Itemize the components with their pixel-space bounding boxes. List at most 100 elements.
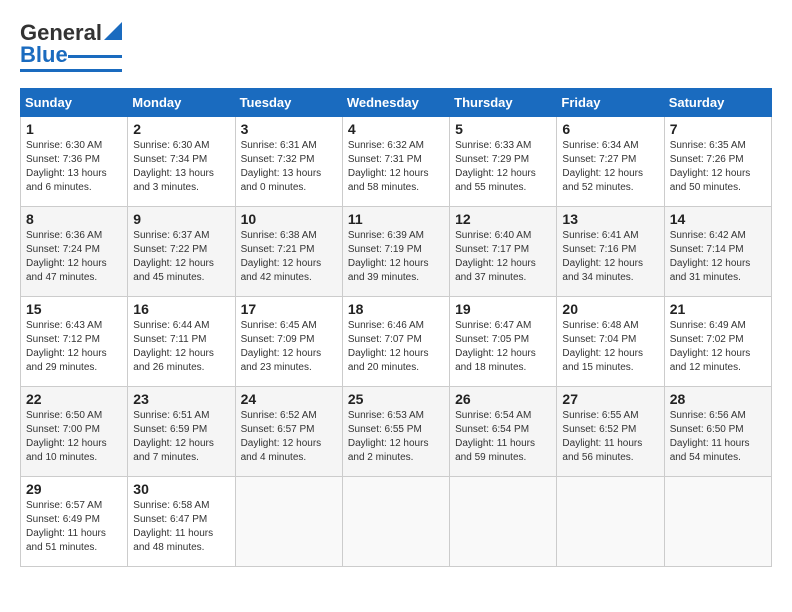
calendar-cell: 8 Sunrise: 6:36 AMSunset: 7:24 PMDayligh… <box>21 207 128 297</box>
day-detail: Sunrise: 6:56 AMSunset: 6:50 PMDaylight:… <box>670 410 750 463</box>
calendar-cell: 12 Sunrise: 6:40 AMSunset: 7:17 PMDaylig… <box>450 207 557 297</box>
day-number: 19 <box>455 301 551 317</box>
day-number: 7 <box>670 121 766 137</box>
calendar-cell: 3 Sunrise: 6:31 AMSunset: 7:32 PMDayligh… <box>235 117 342 207</box>
day-number: 10 <box>241 211 337 227</box>
day-detail: Sunrise: 6:55 AMSunset: 6:52 PMDaylight:… <box>562 410 642 463</box>
day-number: 2 <box>133 121 229 137</box>
day-detail: Sunrise: 6:42 AMSunset: 7:14 PMDaylight:… <box>670 230 751 283</box>
day-detail: Sunrise: 6:39 AMSunset: 7:19 PMDaylight:… <box>348 230 429 283</box>
calendar-cell: 29 Sunrise: 6:57 AMSunset: 6:49 PMDaylig… <box>21 477 128 567</box>
calendar-cell: 13 Sunrise: 6:41 AMSunset: 7:16 PMDaylig… <box>557 207 664 297</box>
day-number: 16 <box>133 301 229 317</box>
day-detail: Sunrise: 6:52 AMSunset: 6:57 PMDaylight:… <box>241 410 322 463</box>
calendar-cell: 5 Sunrise: 6:33 AMSunset: 7:29 PMDayligh… <box>450 117 557 207</box>
day-detail: Sunrise: 6:46 AMSunset: 7:07 PMDaylight:… <box>348 320 429 373</box>
day-detail: Sunrise: 6:34 AMSunset: 7:27 PMDaylight:… <box>562 140 643 193</box>
col-header-saturday: Saturday <box>664 89 771 117</box>
day-detail: Sunrise: 6:38 AMSunset: 7:21 PMDaylight:… <box>241 230 322 283</box>
page-header: General Blue <box>20 20 772 72</box>
calendar-cell: 15 Sunrise: 6:43 AMSunset: 7:12 PMDaylig… <box>21 297 128 387</box>
calendar-cell: 1 Sunrise: 6:30 AMSunset: 7:36 PMDayligh… <box>21 117 128 207</box>
logo: General Blue <box>20 20 122 72</box>
calendar-cell: 22 Sunrise: 6:50 AMSunset: 7:00 PMDaylig… <box>21 387 128 477</box>
day-number: 20 <box>562 301 658 317</box>
calendar-cell: 30 Sunrise: 6:58 AMSunset: 6:47 PMDaylig… <box>128 477 235 567</box>
day-number: 27 <box>562 391 658 407</box>
day-number: 9 <box>133 211 229 227</box>
day-number: 30 <box>133 481 229 497</box>
day-detail: Sunrise: 6:33 AMSunset: 7:29 PMDaylight:… <box>455 140 536 193</box>
calendar-cell: 2 Sunrise: 6:30 AMSunset: 7:34 PMDayligh… <box>128 117 235 207</box>
day-detail: Sunrise: 6:41 AMSunset: 7:16 PMDaylight:… <box>562 230 643 283</box>
day-detail: Sunrise: 6:58 AMSunset: 6:47 PMDaylight:… <box>133 500 213 553</box>
day-number: 21 <box>670 301 766 317</box>
day-number: 14 <box>670 211 766 227</box>
day-number: 1 <box>26 121 122 137</box>
calendar-table: SundayMondayTuesdayWednesdayThursdayFrid… <box>20 88 772 567</box>
day-number: 12 <box>455 211 551 227</box>
calendar-cell: 11 Sunrise: 6:39 AMSunset: 7:19 PMDaylig… <box>342 207 449 297</box>
day-detail: Sunrise: 6:40 AMSunset: 7:17 PMDaylight:… <box>455 230 536 283</box>
day-detail: Sunrise: 6:32 AMSunset: 7:31 PMDaylight:… <box>348 140 429 193</box>
day-number: 4 <box>348 121 444 137</box>
col-header-thursday: Thursday <box>450 89 557 117</box>
day-detail: Sunrise: 6:47 AMSunset: 7:05 PMDaylight:… <box>455 320 536 373</box>
day-number: 29 <box>26 481 122 497</box>
logo-blue: Blue <box>20 42 68 68</box>
day-detail: Sunrise: 6:51 AMSunset: 6:59 PMDaylight:… <box>133 410 214 463</box>
day-detail: Sunrise: 6:50 AMSunset: 7:00 PMDaylight:… <box>26 410 107 463</box>
day-detail: Sunrise: 6:57 AMSunset: 6:49 PMDaylight:… <box>26 500 106 553</box>
day-number: 26 <box>455 391 551 407</box>
calendar-cell <box>235 477 342 567</box>
logo-arrow-icon <box>104 22 122 40</box>
calendar-cell: 6 Sunrise: 6:34 AMSunset: 7:27 PMDayligh… <box>557 117 664 207</box>
calendar-cell: 9 Sunrise: 6:37 AMSunset: 7:22 PMDayligh… <box>128 207 235 297</box>
day-detail: Sunrise: 6:31 AMSunset: 7:32 PMDaylight:… <box>241 140 322 193</box>
calendar-cell: 16 Sunrise: 6:44 AMSunset: 7:11 PMDaylig… <box>128 297 235 387</box>
day-number: 28 <box>670 391 766 407</box>
day-number: 11 <box>348 211 444 227</box>
day-number: 13 <box>562 211 658 227</box>
calendar-cell: 27 Sunrise: 6:55 AMSunset: 6:52 PMDaylig… <box>557 387 664 477</box>
calendar-cell: 14 Sunrise: 6:42 AMSunset: 7:14 PMDaylig… <box>664 207 771 297</box>
day-number: 15 <box>26 301 122 317</box>
day-number: 25 <box>348 391 444 407</box>
day-detail: Sunrise: 6:44 AMSunset: 7:11 PMDaylight:… <box>133 320 214 373</box>
calendar-cell: 17 Sunrise: 6:45 AMSunset: 7:09 PMDaylig… <box>235 297 342 387</box>
day-detail: Sunrise: 6:30 AMSunset: 7:36 PMDaylight:… <box>26 140 107 193</box>
day-number: 17 <box>241 301 337 317</box>
calendar-cell: 4 Sunrise: 6:32 AMSunset: 7:31 PMDayligh… <box>342 117 449 207</box>
col-header-wednesday: Wednesday <box>342 89 449 117</box>
day-number: 6 <box>562 121 658 137</box>
calendar-cell: 10 Sunrise: 6:38 AMSunset: 7:21 PMDaylig… <box>235 207 342 297</box>
calendar-cell: 28 Sunrise: 6:56 AMSunset: 6:50 PMDaylig… <box>664 387 771 477</box>
day-number: 5 <box>455 121 551 137</box>
calendar-cell: 19 Sunrise: 6:47 AMSunset: 7:05 PMDaylig… <box>450 297 557 387</box>
day-detail: Sunrise: 6:30 AMSunset: 7:34 PMDaylight:… <box>133 140 214 193</box>
col-header-tuesday: Tuesday <box>235 89 342 117</box>
col-header-monday: Monday <box>128 89 235 117</box>
calendar-cell: 7 Sunrise: 6:35 AMSunset: 7:26 PMDayligh… <box>664 117 771 207</box>
day-number: 18 <box>348 301 444 317</box>
calendar-cell: 24 Sunrise: 6:52 AMSunset: 6:57 PMDaylig… <box>235 387 342 477</box>
calendar-cell: 18 Sunrise: 6:46 AMSunset: 7:07 PMDaylig… <box>342 297 449 387</box>
calendar-cell: 23 Sunrise: 6:51 AMSunset: 6:59 PMDaylig… <box>128 387 235 477</box>
calendar-cell <box>342 477 449 567</box>
day-detail: Sunrise: 6:37 AMSunset: 7:22 PMDaylight:… <box>133 230 214 283</box>
day-detail: Sunrise: 6:54 AMSunset: 6:54 PMDaylight:… <box>455 410 535 463</box>
calendar-cell: 25 Sunrise: 6:53 AMSunset: 6:55 PMDaylig… <box>342 387 449 477</box>
day-detail: Sunrise: 6:49 AMSunset: 7:02 PMDaylight:… <box>670 320 751 373</box>
calendar-cell: 20 Sunrise: 6:48 AMSunset: 7:04 PMDaylig… <box>557 297 664 387</box>
col-header-sunday: Sunday <box>21 89 128 117</box>
calendar-cell <box>450 477 557 567</box>
day-detail: Sunrise: 6:53 AMSunset: 6:55 PMDaylight:… <box>348 410 429 463</box>
day-number: 23 <box>133 391 229 407</box>
day-detail: Sunrise: 6:48 AMSunset: 7:04 PMDaylight:… <box>562 320 643 373</box>
day-number: 24 <box>241 391 337 407</box>
day-detail: Sunrise: 6:43 AMSunset: 7:12 PMDaylight:… <box>26 320 107 373</box>
day-detail: Sunrise: 6:36 AMSunset: 7:24 PMDaylight:… <box>26 230 107 283</box>
day-number: 22 <box>26 391 122 407</box>
day-number: 3 <box>241 121 337 137</box>
col-header-friday: Friday <box>557 89 664 117</box>
